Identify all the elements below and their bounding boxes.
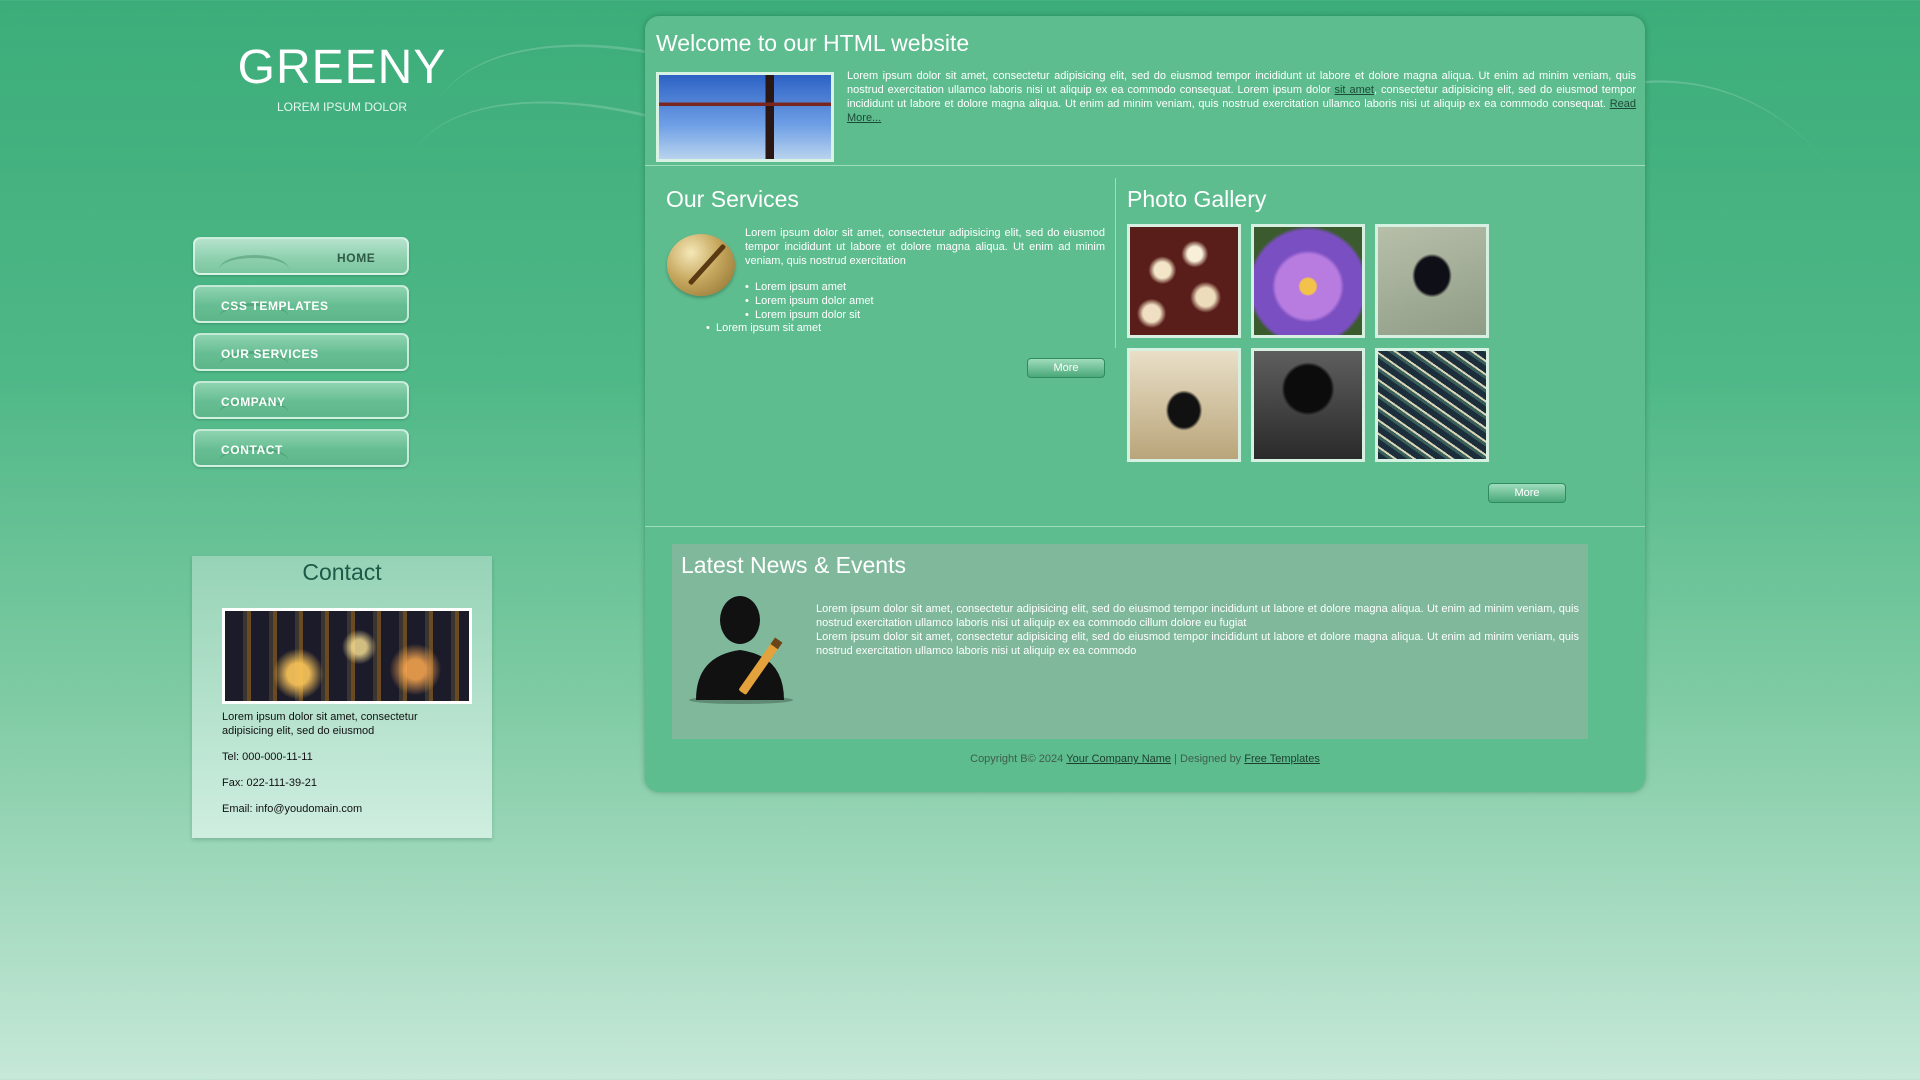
contact-tel: Tel: 000-000-11-11	[222, 751, 313, 763]
services-more-button[interactable]: More	[1027, 358, 1105, 378]
news-paragraph: Lorem ipsum dolor sit amet, consectetur …	[816, 603, 1579, 629]
gallery-thumbnail-blossoms[interactable]	[1127, 224, 1241, 338]
sit-amet-link[interactable]: sit amet	[1334, 84, 1373, 96]
footer-copyright: Copyright В© 2024	[970, 753, 1067, 765]
news-panel: Latest News & Events Lorem ipsum dolor s…	[672, 544, 1588, 739]
free-templates-link[interactable]: Free Templates	[1244, 753, 1320, 765]
contact-description: Lorem ipsum dolor sit amet, consectetur …	[222, 711, 418, 737]
site-title: GREENY	[237, 41, 447, 94]
footer-designed-by: | Designed by	[1171, 753, 1245, 765]
list-item: Lorem ipsum dolor sit	[745, 308, 874, 322]
city-night-image	[222, 608, 472, 704]
nav-label: OUR SERVICES	[221, 347, 319, 361]
gallery-thumbnail-panther[interactable]	[1251, 348, 1365, 462]
nav-css-templates[interactable]: CSS TEMPLATES	[193, 285, 409, 323]
welcome-text: Lorem ipsum dolor sit amet, consectetur …	[847, 69, 1636, 125]
footer: Copyright В© 2024 Your Company Name | De…	[645, 753, 1645, 765]
services-list: Lorem ipsum amet Lorem ipsum dolor amet …	[745, 280, 874, 322]
nav-company[interactable]: COMPANY	[193, 381, 409, 419]
nav-label: COMPANY	[221, 395, 286, 409]
welcome-title: Welcome to our HTML website	[656, 30, 970, 56]
list-item: Lorem ipsum sit amet	[706, 322, 821, 334]
gallery-more-button[interactable]: More	[1488, 483, 1566, 503]
column-divider	[1115, 178, 1116, 348]
contact-title: Contact	[302, 559, 382, 585]
main-content: Welcome to our HTML website Lorem ipsum …	[645, 16, 1645, 792]
company-name-link[interactable]: Your Company Name	[1066, 753, 1171, 765]
site-tagline: LOREM IPSUM DOLOR	[276, 100, 408, 114]
contact-panel: Contact Lorem ipsum dolor sit amet, cons…	[192, 556, 492, 838]
news-title: Latest News & Events	[681, 552, 906, 578]
list-item: Lorem ipsum amet	[745, 280, 874, 294]
nav-label: CONTACT	[221, 443, 283, 457]
services-text: Lorem ipsum dolor sit amet, consectetur …	[745, 227, 1105, 267]
gallery-thumbnail-dog[interactable]	[1127, 348, 1241, 462]
bridge-image	[656, 72, 834, 162]
pen-medallion-icon	[667, 234, 735, 296]
nav-label: HOME	[337, 251, 376, 265]
section-divider	[645, 165, 1645, 166]
gallery-thumbnail-bird[interactable]	[1375, 224, 1489, 338]
nav-label: CSS TEMPLATES	[221, 299, 329, 313]
news-text: Lorem ipsum dolor sit amet, consectetur …	[816, 602, 1579, 658]
nav-home[interactable]: HOME	[193, 237, 409, 275]
main-navigation: HOME CSS TEMPLATES OUR SERVICES COMPANY …	[193, 237, 409, 477]
contact-fax: Fax: 022-111-39-21	[222, 777, 317, 789]
site-logo[interactable]: GREENY LOREM IPSUM DOLOR	[192, 40, 492, 114]
services-title: Our Services	[666, 186, 799, 212]
nav-contact[interactable]: CONTACT	[193, 429, 409, 467]
leaf-icon	[219, 255, 289, 273]
writer-avatar-icon	[689, 596, 793, 704]
contact-email: Email: info@youdomain.com	[222, 803, 363, 815]
section-divider	[645, 526, 1645, 527]
gallery-thumbnail-lotus[interactable]	[1251, 224, 1365, 338]
gallery-thumbnail-map[interactable]	[1375, 348, 1489, 462]
news-paragraph: Lorem ipsum dolor sit amet, consectetur …	[816, 631, 1579, 657]
gallery-title: Photo Gallery	[1127, 186, 1267, 212]
nav-our-services[interactable]: OUR SERVICES	[193, 333, 409, 371]
list-item: Lorem ipsum dolor amet	[745, 294, 874, 308]
